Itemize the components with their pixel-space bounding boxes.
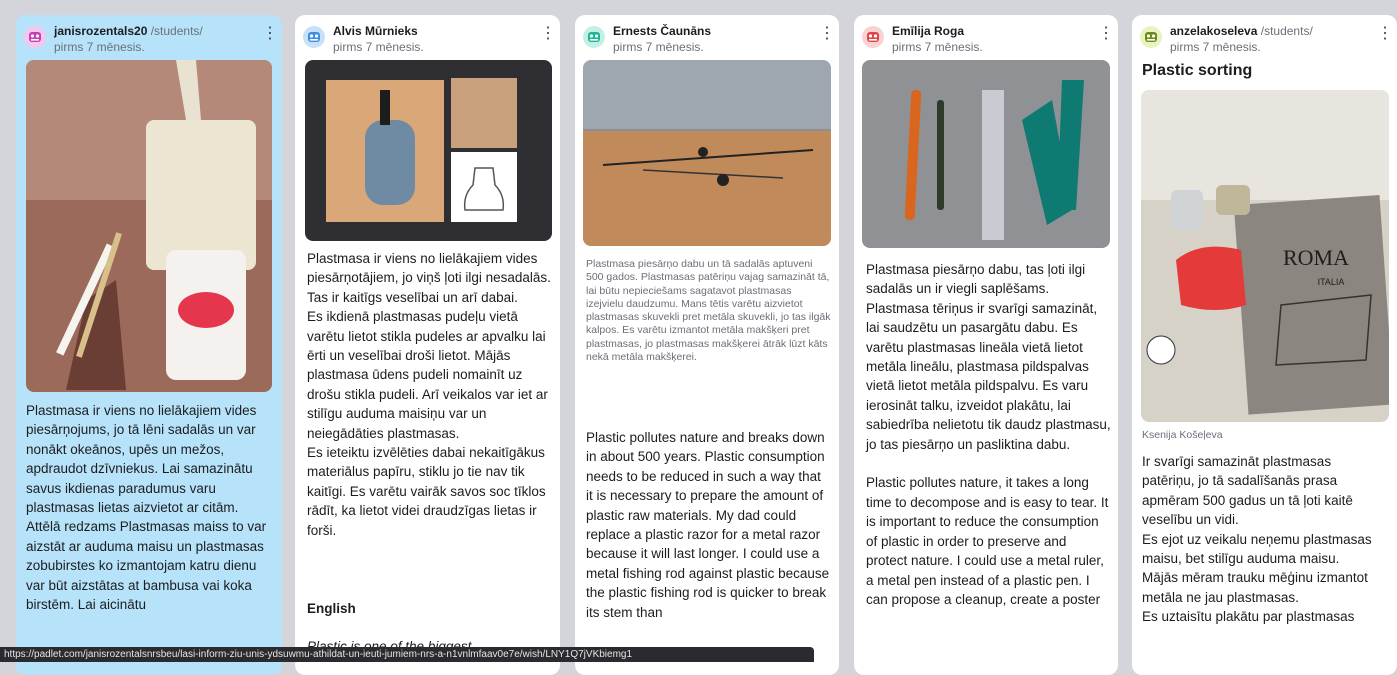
padlet-board: janisrozentals20 /students/ pirms 7 mēne…	[0, 0, 1397, 675]
post-body: Ir svarīgi samazināt plastmasas patēriņu…	[1142, 454, 1372, 625]
post-card[interactable]: Emīlija Roga pirms 7 mēnesis. ⋮ Plastmas…	[854, 15, 1118, 675]
post-time: pirms 7 mēnesis.	[1170, 40, 1261, 54]
post-header: janisrozentals20 /students/ pirms 7 mēne…	[24, 23, 278, 57]
post-header: Alvis Mūrnieks pirms 7 mēnesis. ⋮	[303, 23, 556, 57]
svg-text:ROMA: ROMA	[1283, 245, 1349, 270]
author-name[interactable]: anzelakoseleva /students/	[1170, 24, 1313, 38]
post-time: pirms 7 mēnesis.	[613, 40, 704, 54]
post-card[interactable]: anzelakoseleva /students/ pirms 7 mēnesi…	[1132, 15, 1397, 675]
author-name[interactable]: janisrozentals20 /students/	[54, 24, 203, 38]
post-time: pirms 7 mēnesis.	[333, 40, 424, 54]
post-image[interactable]	[862, 60, 1110, 248]
section-heading: English	[307, 601, 356, 616]
more-options-icon[interactable]: ⋮	[540, 25, 556, 45]
more-options-icon[interactable]: ⋮	[1377, 25, 1393, 45]
browser-status-bar: https://padlet.com/janisrozentalsnrsbeu/…	[0, 647, 814, 662]
post-title: Plastic sorting	[1142, 62, 1253, 79]
more-options-icon[interactable]: ⋮	[262, 25, 278, 45]
more-options-icon[interactable]: ⋮	[819, 25, 835, 45]
post-body: Plastmasa piesārņo dabu, tas ļoti ilgi s…	[866, 262, 1111, 607]
author-name[interactable]: Emīlija Roga	[892, 24, 964, 38]
post-body: Plastic pollutes nature and breaks down …	[586, 430, 830, 620]
post-time: pirms 7 mēnesis.	[54, 40, 145, 54]
image-caption: Ksenija Košeļeva	[1142, 429, 1223, 441]
post-body: Plastmasa ir viens no lielākajiem vides …	[307, 251, 551, 538]
avatar[interactable]	[303, 26, 325, 48]
svg-text:ITALIA: ITALIA	[1318, 277, 1345, 287]
post-image[interactable]: ROMA ITALIA	[1141, 90, 1389, 422]
post-time: pirms 7 mēnesis.	[892, 40, 983, 54]
post-header: Ernests Čaunāns pirms 7 mēnesis. ⋮	[583, 23, 835, 57]
post-card[interactable]: Alvis Mūrnieks pirms 7 mēnesis. ⋮ Plastm…	[295, 15, 560, 675]
post-body: Plastmasa ir viens no lielākajiem vides …	[26, 403, 267, 613]
avatar[interactable]	[862, 26, 884, 48]
author-name[interactable]: Ernests Čaunāns	[613, 24, 711, 38]
post-card[interactable]: Ernests Čaunāns pirms 7 mēnesis. ⋮ Plast…	[575, 15, 839, 675]
avatar[interactable]	[24, 26, 46, 48]
avatar[interactable]	[1140, 26, 1162, 48]
post-header: Emīlija Roga pirms 7 mēnesis. ⋮	[862, 23, 1114, 57]
post-image[interactable]	[26, 60, 272, 392]
post-image[interactable]	[583, 60, 831, 246]
post-card[interactable]: janisrozentals20 /students/ pirms 7 mēne…	[16, 15, 282, 675]
post-body-small: Plastmasa piesārņo dabu un tā sadalās ap…	[586, 258, 831, 364]
post-image[interactable]	[305, 60, 552, 241]
post-header: anzelakoseleva /students/ pirms 7 mēnesi…	[1140, 23, 1393, 57]
more-options-icon[interactable]: ⋮	[1098, 25, 1114, 45]
author-name[interactable]: Alvis Mūrnieks	[333, 24, 418, 38]
avatar[interactable]	[583, 26, 605, 48]
